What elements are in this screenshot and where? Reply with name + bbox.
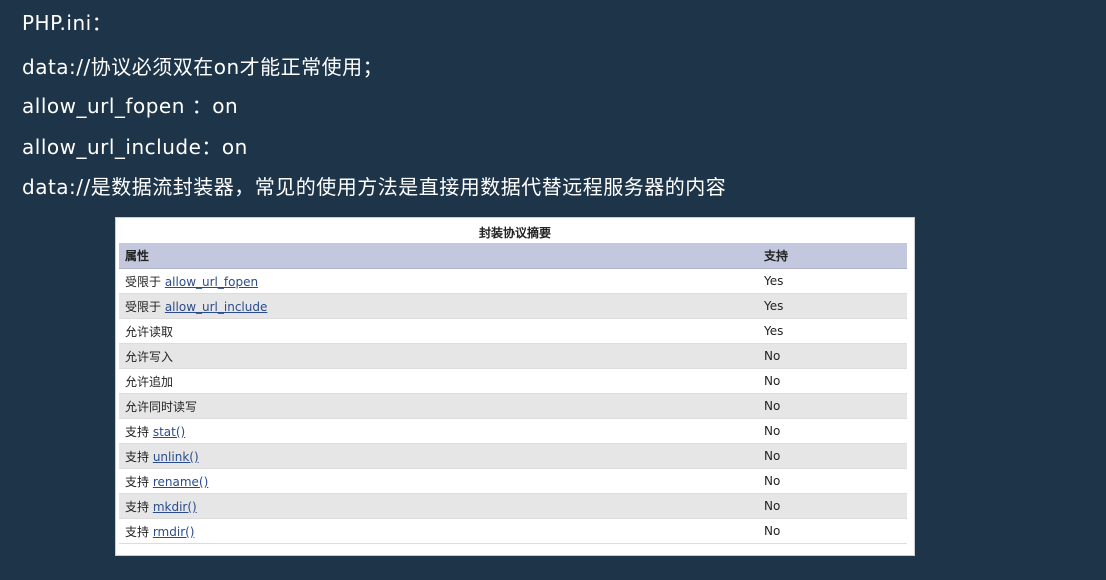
property-prefix: 受限于 bbox=[125, 274, 165, 289]
table-row: 支持 mkdir() No bbox=[119, 493, 907, 519]
note-line: data://协议必须双在on才能正常使用； bbox=[22, 55, 384, 79]
support-value: No bbox=[758, 443, 907, 469]
mkdir-link[interactable]: mkdir() bbox=[153, 500, 197, 514]
support-value: No bbox=[758, 343, 907, 369]
property-cell: 支持 stat() bbox=[119, 418, 758, 444]
rename-link[interactable]: rename() bbox=[153, 475, 208, 489]
property-prefix: 支持 bbox=[125, 499, 153, 514]
property-cell: 允许同时读写 bbox=[119, 393, 758, 419]
support-value: No bbox=[758, 468, 907, 494]
property-cell: 允许追加 bbox=[119, 368, 758, 394]
table-row: 支持 rename() No bbox=[119, 468, 907, 494]
support-value: Yes bbox=[758, 318, 907, 344]
support-value: No bbox=[758, 393, 907, 419]
table-row: 允许读取 Yes bbox=[119, 318, 907, 344]
table-row: 支持 stat() No bbox=[119, 418, 907, 444]
table-header-row: 属性 支持 bbox=[119, 243, 907, 269]
property-prefix: 支持 bbox=[125, 449, 153, 464]
property-cell: 支持 rename() bbox=[119, 468, 758, 494]
wrapper-summary-card: 封装协议摘要 属性 支持 受限于 allow_url_fopen Yes 受限于… bbox=[115, 217, 915, 556]
table-row: 受限于 allow_url_include Yes bbox=[119, 293, 907, 319]
support-value: Yes bbox=[758, 293, 907, 319]
support-value: No bbox=[758, 493, 907, 519]
note-line: PHP.ini： bbox=[22, 11, 113, 35]
support-value: Yes bbox=[758, 268, 907, 294]
allow-url-include-link[interactable]: allow_url_include bbox=[165, 300, 268, 314]
table-row: 允许同时读写 No bbox=[119, 393, 907, 419]
property-cell: 允许读取 bbox=[119, 318, 758, 344]
note-line: allow_url_include：on bbox=[22, 135, 248, 159]
stat-link[interactable]: stat() bbox=[153, 425, 185, 439]
unlink-link[interactable]: unlink() bbox=[153, 450, 199, 464]
note-line: data://是数据流封装器，常见的使用方法是直接用数据代替远程服务器的内容 bbox=[22, 175, 727, 199]
property-cell: 支持 mkdir() bbox=[119, 493, 758, 519]
property-cell: 受限于 allow_url_fopen bbox=[119, 268, 758, 294]
allow-url-fopen-link[interactable]: allow_url_fopen bbox=[165, 275, 258, 289]
property-cell: 受限于 allow_url_include bbox=[119, 293, 758, 319]
header-support: 支持 bbox=[758, 243, 907, 269]
table-row: 允许追加 No bbox=[119, 368, 907, 394]
wrapper-summary-table: 属性 支持 受限于 allow_url_fopen Yes 受限于 allow_… bbox=[119, 243, 907, 544]
property-cell: 允许写入 bbox=[119, 343, 758, 369]
rmdir-link[interactable]: rmdir() bbox=[153, 525, 195, 539]
property-prefix: 受限于 bbox=[125, 299, 165, 314]
table-row: 受限于 allow_url_fopen Yes bbox=[119, 268, 907, 294]
note-line: allow_url_fopen ：on bbox=[22, 94, 239, 118]
table-row: 支持 rmdir() No bbox=[119, 518, 907, 544]
property-prefix: 支持 bbox=[125, 524, 153, 539]
table-row: 支持 unlink() No bbox=[119, 443, 907, 469]
property-prefix: 支持 bbox=[125, 474, 153, 489]
table-caption: 封装协议摘要 bbox=[478, 226, 551, 240]
support-value: No bbox=[758, 518, 907, 544]
property-prefix: 支持 bbox=[125, 424, 153, 439]
support-value: No bbox=[758, 418, 907, 444]
property-cell: 支持 rmdir() bbox=[119, 518, 758, 544]
property-cell: 支持 unlink() bbox=[119, 443, 758, 469]
support-value: No bbox=[758, 368, 907, 394]
table-row: 允许写入 No bbox=[119, 343, 907, 369]
header-property: 属性 bbox=[119, 243, 758, 269]
